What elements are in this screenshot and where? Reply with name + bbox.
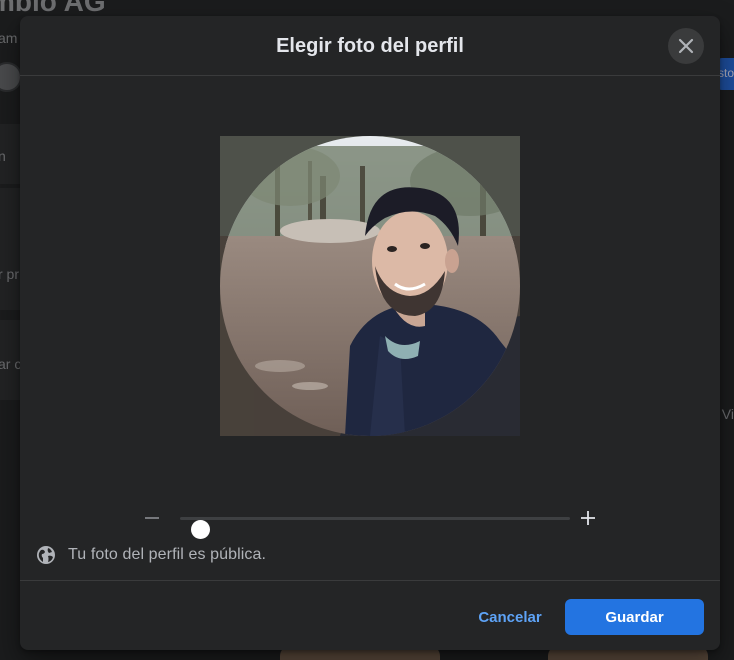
dialog-header: Elegir foto del perfil: [20, 16, 720, 76]
background-left-text: ar c: [0, 356, 22, 372]
zoom-slider[interactable]: [180, 517, 570, 539]
dialog-title: Elegir foto del perfil: [276, 35, 464, 57]
close-button[interactable]: [668, 28, 704, 64]
background-left-text: n: [0, 148, 6, 164]
background-card: [0, 188, 22, 250]
save-button[interactable]: Guardar: [565, 599, 704, 635]
cancel-button[interactable]: Cancelar: [468, 599, 552, 635]
background-left-text: r pr: [0, 266, 19, 282]
profile-photo-dialog: Elegir foto del perfil Tu foto del perfi…: [20, 16, 720, 650]
zoom-slider-row: [140, 506, 600, 539]
close-icon: [678, 38, 694, 54]
photo-crop-area[interactable]: [220, 136, 520, 436]
minus-icon[interactable]: [142, 508, 162, 528]
public-notice-text: Tu foto del perfil es pública.: [68, 546, 267, 563]
zoom-slider-thumb[interactable]: [191, 520, 210, 539]
public-notice: Tu foto del perfil es pública.: [36, 544, 266, 566]
background-avatar: [0, 62, 22, 92]
plus-icon[interactable]: [578, 508, 598, 528]
dialog-footer: Cancelar Guardar: [20, 580, 720, 650]
profile-photo: [220, 136, 520, 436]
globe-icon: [37, 546, 55, 564]
background-subtitle: am: [0, 30, 18, 46]
